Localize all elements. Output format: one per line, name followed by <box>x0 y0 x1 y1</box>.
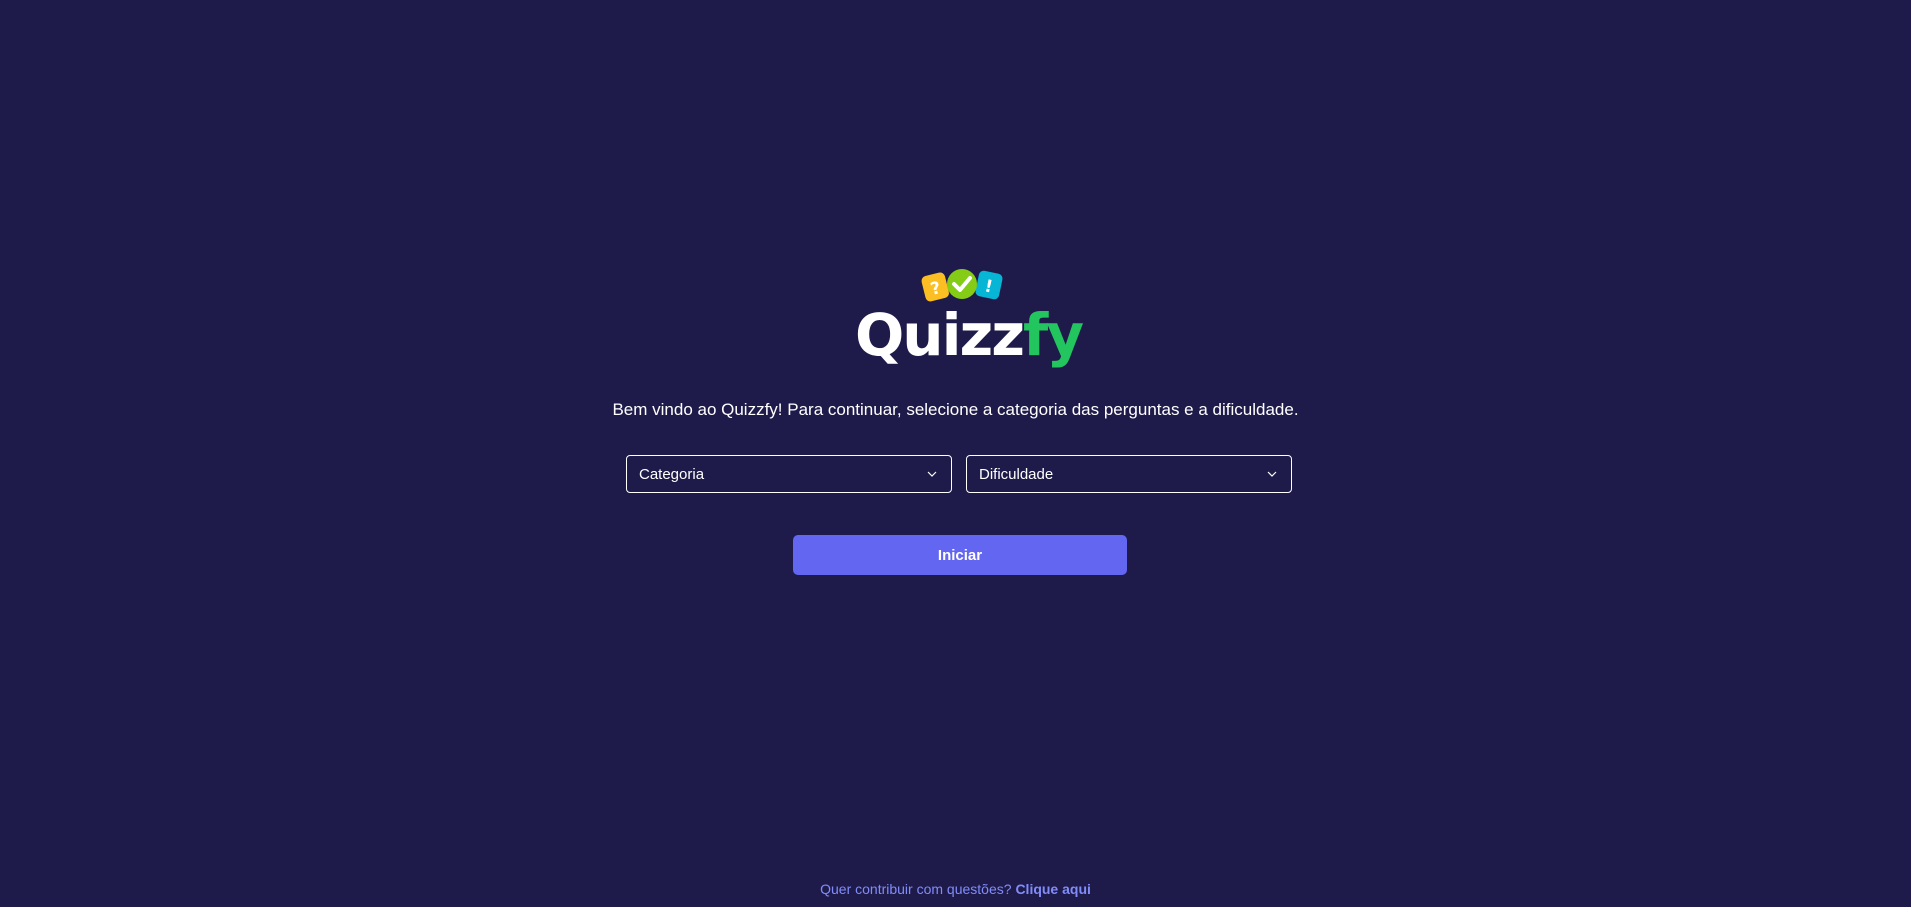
category-select-label: Categoria <box>639 465 705 483</box>
footer: Quer contribuir com questões? Clique aqu… <box>0 881 1911 897</box>
check-icon <box>947 269 977 299</box>
logo-text-main: Quizz <box>855 301 1025 369</box>
contribute-link[interactable]: Clique aqui <box>1015 881 1090 897</box>
welcome-message: Bem vindo ao Quizzfy! Para continuar, se… <box>612 400 1299 419</box>
footer-text: Quer contribuir com questões? <box>820 881 1012 897</box>
chevron-down-icon <box>927 471 937 477</box>
difficulty-select[interactable]: Dificuldade <box>966 455 1292 493</box>
logo-icons: ? ! <box>921 269 1003 302</box>
exclamation-icon: ! <box>975 270 1003 300</box>
start-button[interactable]: Iniciar <box>793 535 1127 575</box>
category-select[interactable]: Categoria <box>626 455 952 493</box>
chevron-down-icon <box>1267 471 1277 477</box>
logo-text-accent: fy <box>1023 301 1084 369</box>
difficulty-select-label: Dificuldade <box>979 465 1054 483</box>
logo-wordmark: Quizzfy <box>855 300 1084 370</box>
question-mark-icon: ? <box>921 272 949 302</box>
quizzfy-logo: ? ! Quizzfy <box>855 258 1084 373</box>
